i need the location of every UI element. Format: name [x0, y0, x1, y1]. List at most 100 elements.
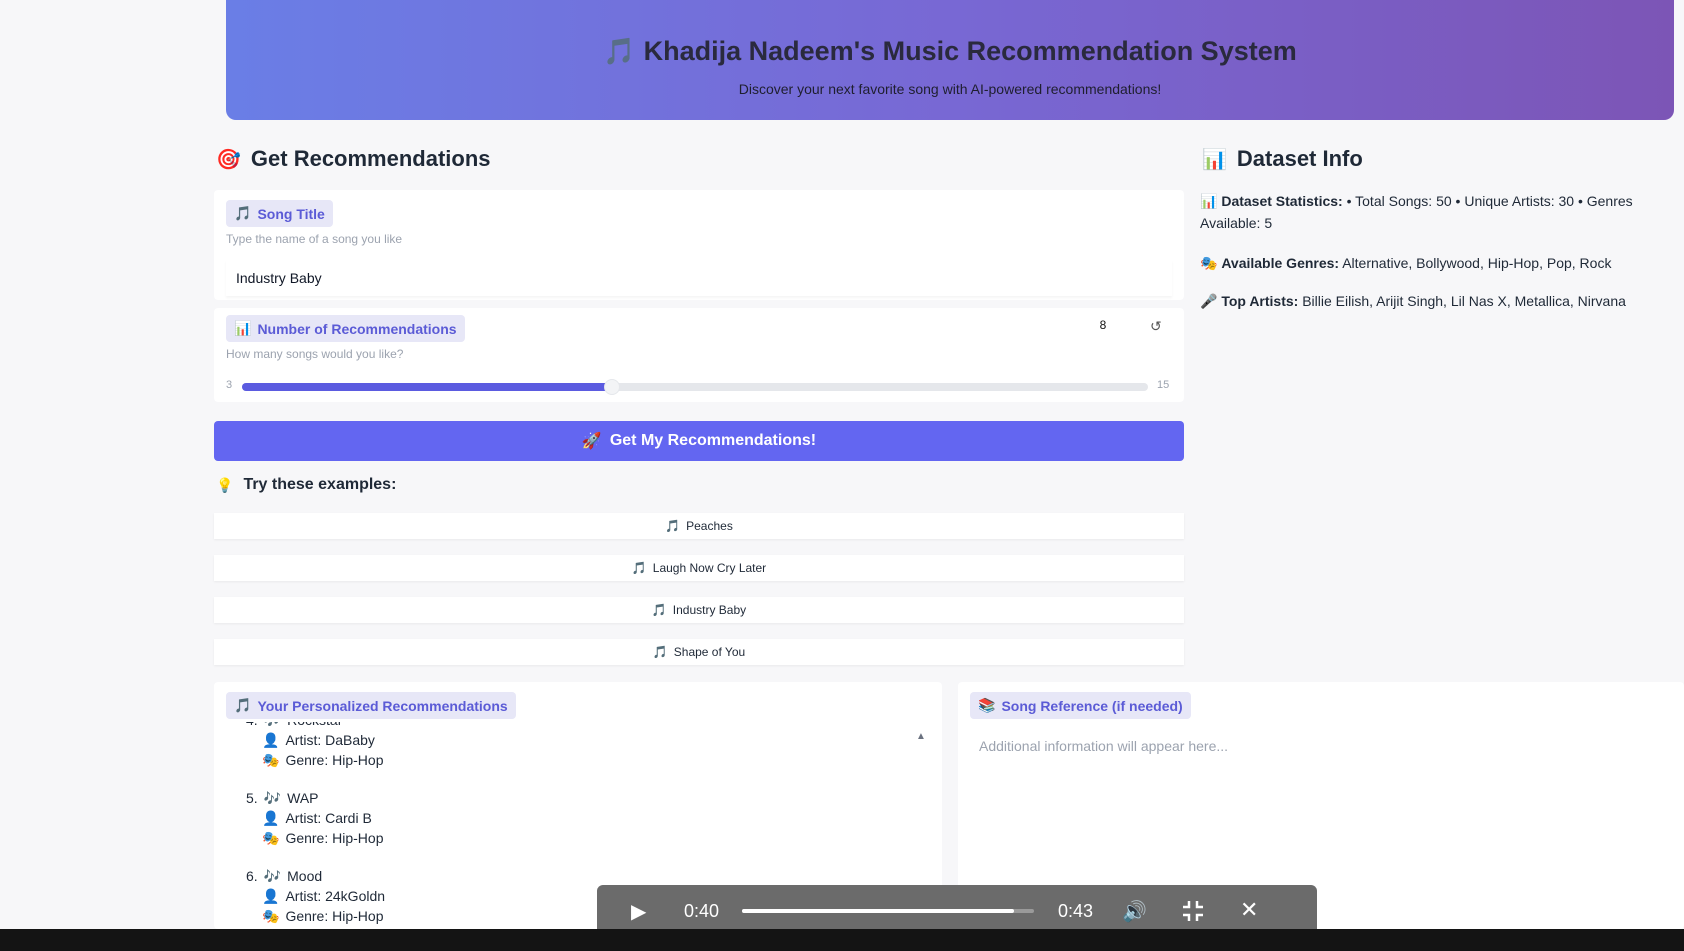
song-title-hint: Type the name of a song you like [226, 232, 403, 246]
rec-title-line: 5. 🎶 WAP [246, 788, 926, 808]
rec-artist: Artist: Cardi B [285, 810, 372, 826]
target-icon: 🎯 [216, 148, 241, 171]
num-recommendations-value[interactable]: 8 [1090, 318, 1116, 332]
bottom-bar [0, 929, 1684, 951]
top-artists-text: Billie Eilish, Arijit Singh, Lil Nas X, … [1298, 293, 1626, 309]
seek-bar[interactable] [742, 909, 1034, 913]
music-note-icon: 🎵 [652, 645, 668, 659]
microphone-icon: 🎤 [1200, 293, 1218, 309]
music-notes-icon: 🎶 [264, 722, 281, 730]
rec-title: Mood [287, 868, 323, 884]
dataset-info-heading: 📊 Dataset Info [1202, 146, 1363, 172]
song-reference-label: 📚 Song Reference (if needed) [970, 692, 1191, 719]
music-note-icon: 🎵 [603, 36, 636, 66]
top-artists: 🎤 Top Artists: Billie Eilish, Arijit Sin… [1200, 290, 1650, 312]
get-recommendations-heading: 🎯 Get Recommendations [216, 146, 491, 172]
rec-genre-line: 🎭 Genre: Hip-Hop [262, 828, 926, 848]
rec-genre-line: 🎭 Genre: Hip-Hop [262, 750, 926, 770]
examples-heading: 💡 Try these examples: [216, 476, 396, 494]
dataset-info-title: Dataset Info [1236, 146, 1363, 171]
music-notes-icon: 🎶 [263, 868, 282, 884]
person-icon: 👤 [262, 888, 280, 904]
song-title-label: 🎵 Song Title [226, 200, 333, 227]
current-time: 0:40 [684, 901, 720, 921]
list-item: 4. 🎶 Rockstar 👤 Artist: DaBaby 🎭 Genre: … [246, 722, 926, 770]
available-genres-label: Available Genres: [1221, 255, 1340, 271]
app-title: 🎵 Khadija Nadeem's Music Recommendation S… [226, 36, 1674, 67]
reset-icon[interactable]: ↺ [1150, 318, 1162, 335]
app-title-text: Khadija Nadeem's Music Recommendation Sy… [643, 36, 1297, 66]
example-button-peaches[interactable]: 🎵 Peaches [214, 513, 1184, 539]
slider-min-label: 3 [226, 379, 233, 391]
example-label: Peaches [686, 519, 733, 533]
seek-bar-fill [742, 909, 1014, 913]
rec-index: 4. [246, 722, 258, 730]
play-icon[interactable]: ▶ [631, 899, 646, 924]
theater-masks-icon: 🎭 [262, 908, 280, 924]
rec-title-line: 4. 🎶 Rockstar [246, 722, 926, 730]
close-icon[interactable]: ✕ [1240, 897, 1258, 923]
recommendations-label: 🎵 Your Personalized Recommendations [226, 692, 516, 719]
song-title-label-text: Song Title [257, 205, 325, 222]
rec-index: 6. [246, 868, 258, 884]
app-subtitle: Discover your next favorite song with AI… [738, 81, 1162, 97]
num-recommendations-label: 📊 Number of Recommendations [226, 315, 465, 342]
get-recommendations-button[interactable]: 🚀 Get My Recommendations! [214, 421, 1184, 461]
song-reference-label-text: Song Reference (if needed) [1001, 697, 1183, 714]
examples-title: Try these examples: [243, 476, 397, 493]
example-button-shape-of-you[interactable]: 🎵 Shape of You [214, 639, 1184, 665]
theater-masks-icon: 🎭 [262, 830, 280, 846]
theater-masks-icon: 🎭 [1200, 255, 1218, 271]
music-note-icon: 🎵 [234, 697, 252, 713]
dataset-statistics: 📊 Dataset Statistics: • Total Songs: 50 … [1200, 190, 1650, 234]
slider-max-label: 15 [1157, 379, 1170, 391]
available-genres-text: Alternative, Bollywood, Hip-Hop, Pop, Ro… [1339, 255, 1612, 271]
music-note-icon: 🎵 [234, 205, 252, 221]
rec-artist: Artist: 24kGoldn [285, 888, 386, 904]
slider-thumb[interactable] [603, 379, 620, 395]
music-note-icon: 🎵 [665, 519, 681, 533]
music-note-icon: 🎵 [631, 561, 647, 575]
example-label: Shape of You [673, 645, 746, 659]
song-title-input[interactable] [226, 260, 1172, 296]
rec-title: Rockstar [287, 722, 342, 730]
exit-fullscreen-icon-graphic [1183, 901, 1203, 921]
bar-chart-icon: 📊 [234, 320, 252, 336]
rec-artist-line: 👤 Artist: DaBaby [262, 730, 926, 750]
get-recommendations-button-label: Get My Recommendations! [609, 432, 817, 449]
duration-time: 0:43 [1058, 901, 1094, 921]
example-button-laugh-now-cry-later[interactable]: 🎵 Laugh Now Cry Later [214, 555, 1184, 581]
num-recommendations-slider[interactable] [242, 379, 1148, 395]
music-notes-icon: 🎶 [263, 790, 282, 806]
top-artists-label: Top Artists: [1221, 293, 1299, 309]
get-recommendations-title: Get Recommendations [250, 146, 491, 171]
num-recommendations-hint: How many songs would you like? [226, 347, 404, 361]
num-recommendations-label-text: Number of Recommendations [257, 320, 457, 337]
example-label: Laugh Now Cry Later [652, 561, 767, 575]
rec-index: 5. [246, 790, 258, 806]
app-header: 🎵 Khadija Nadeem's Music Recommendation S… [226, 0, 1674, 120]
person-icon: 👤 [262, 810, 280, 826]
scroll-up-arrow-icon[interactable]: ▲ [916, 731, 926, 742]
theater-masks-icon: 🎭 [262, 752, 280, 768]
bar-chart-icon: 📊 [1200, 193, 1218, 209]
music-note-icon: 🎵 [651, 603, 667, 617]
rec-genre: Genre: Hip-Hop [285, 908, 384, 924]
exit-fullscreen-icon[interactable] [1181, 899, 1205, 928]
volume-icon[interactable]: 🔊 [1122, 899, 1147, 924]
recommendations-label-text: Your Personalized Recommendations [257, 697, 508, 714]
rec-genre: Genre: Hip-Hop [285, 752, 384, 768]
bar-chart-icon: 📊 [1202, 148, 1227, 171]
slider-fill [242, 383, 612, 391]
available-genres: 🎭 Available Genres: Alternative, Bollywo… [1200, 252, 1650, 274]
rec-artist: Artist: DaBaby [285, 732, 375, 748]
books-icon: 📚 [978, 697, 996, 713]
example-button-industry-baby[interactable]: 🎵 Industry Baby [214, 597, 1184, 623]
rec-title: WAP [287, 790, 319, 806]
lightbulb-icon: 💡 [216, 476, 234, 493]
person-icon: 👤 [262, 732, 280, 748]
song-reference-placeholder: Additional information will appear here.… [979, 738, 1229, 754]
rec-title-line: 6. 🎶 Mood [246, 866, 926, 886]
list-item: 5. 🎶 WAP 👤 Artist: Cardi B 🎭 Genre: Hip-… [246, 788, 926, 848]
rec-genre: Genre: Hip-Hop [285, 830, 384, 846]
